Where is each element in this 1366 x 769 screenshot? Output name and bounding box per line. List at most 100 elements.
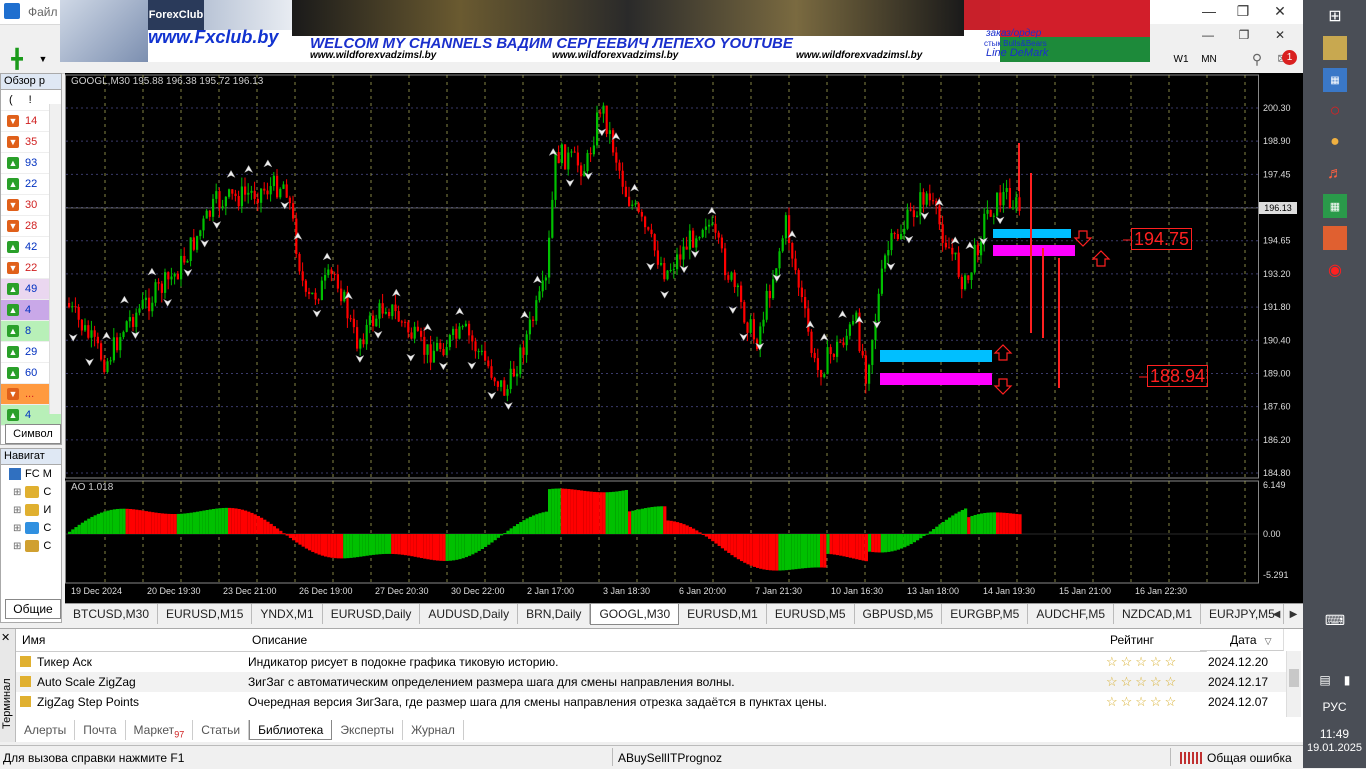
chart-tab[interactable]: AUDCHF,M5	[1028, 604, 1114, 624]
metatrader-icon[interactable]	[1323, 226, 1347, 250]
new-chart-icon[interactable]: ╋	[6, 48, 28, 70]
chart-tab[interactable]: GOOGL,M30	[590, 604, 680, 625]
ao-bar	[730, 534, 734, 556]
terminal-tab[interactable]: Маркет97	[126, 720, 194, 740]
speaker-icon[interactable]: ♬	[1323, 162, 1347, 186]
chart-tab[interactable]: EURUSD,M1	[679, 604, 767, 624]
ao-bar	[77, 524, 81, 534]
ao-bar	[864, 534, 868, 562]
library-row[interactable]: Тикер Аск Индикатор рисует в подокне граф…	[16, 652, 1286, 672]
col-rating[interactable]: Рейтинг	[1104, 629, 1207, 652]
candle-body	[356, 327, 359, 349]
library-row[interactable]: ZigZag Step Points Очередная версия ЗигЗа…	[16, 692, 1286, 712]
terminal-tab[interactable]: Алерты	[16, 720, 76, 740]
chart-tab[interactable]: EURUSD,M15	[158, 604, 253, 624]
clock-time[interactable]: 11:49	[1303, 727, 1366, 741]
ao-bar	[676, 522, 680, 534]
battery-icon[interactable]: ▮	[1335, 668, 1359, 692]
expand-icon[interactable]: ⊞	[13, 505, 21, 516]
candle-body	[167, 272, 170, 280]
navigator-item[interactable]: ⊞ С	[1, 537, 61, 555]
keyboard-icon[interactable]: ⌨	[1321, 608, 1349, 632]
close-icon[interactable]: ✕	[1262, 0, 1298, 22]
candle-body	[608, 130, 611, 134]
candle-body	[103, 359, 106, 372]
chart-tab[interactable]: AUDUSD,Daily	[420, 604, 519, 624]
navigator-root[interactable]: FC M	[1, 465, 61, 483]
opera-icon[interactable]: ○	[1323, 98, 1347, 122]
mdi-minimize-icon[interactable]: —	[1190, 24, 1226, 46]
ao-bar	[804, 534, 808, 569]
ao-bar	[240, 509, 244, 534]
price-chart[interactable]: 200.30198.90197.45196.05194.65193.20191.…	[65, 73, 1303, 603]
app-icon-1[interactable]: ▦	[1323, 68, 1347, 92]
col-description[interactable]: Описание	[246, 629, 1111, 652]
library-row[interactable]: Auto Scale ZigZag ЗигЗаг с автоматическим…	[16, 672, 1286, 692]
calculator-icon[interactable]: ▦	[1323, 194, 1347, 218]
chart-tab[interactable]: NZDCAD,M1	[1114, 604, 1202, 624]
candle-body	[685, 246, 688, 250]
ao-bar	[842, 534, 846, 557]
ao-bar	[288, 534, 292, 538]
tab-scroll[interactable]: ◀ ▶	[1268, 605, 1302, 623]
mdi-close-icon[interactable]: ✕	[1262, 24, 1298, 46]
terminal-scroll-thumb[interactable]	[1289, 669, 1299, 687]
candle-body	[772, 279, 775, 299]
expand-icon[interactable]: ⊞	[13, 523, 21, 534]
chart-tab[interactable]: BTCUSD,M30	[65, 604, 159, 624]
candle-body	[90, 330, 93, 338]
banner-ad[interactable]: ForexClub www.Fxclub.by WELCOM MY CHANNE…	[60, 0, 1150, 62]
terminal-tab[interactable]: Почта	[75, 720, 126, 740]
terminal-tab[interactable]: Статьи	[193, 720, 250, 740]
start-icon[interactable]: ⊞	[1323, 4, 1347, 28]
clock-date[interactable]: 19.01.2025	[1303, 742, 1366, 754]
chart-tab[interactable]: YNDX,M1	[252, 604, 323, 624]
candle-body	[749, 319, 752, 333]
ao-bar	[695, 530, 699, 534]
tf-mn[interactable]: MN	[1196, 48, 1222, 70]
dropdown-icon[interactable]: ▼	[32, 48, 54, 70]
market-watch-scrollbar[interactable]	[49, 104, 61, 414]
explorer-icon[interactable]	[1323, 36, 1347, 60]
expand-icon[interactable]: ⊞	[13, 541, 21, 552]
expand-icon[interactable]: ⊞	[13, 487, 21, 498]
restore-icon[interactable]: ❐	[1225, 0, 1261, 22]
chart-tab[interactable]: EURUSD,M5	[767, 604, 855, 624]
navigator-item[interactable]: ⊞ С	[1, 483, 61, 501]
ao-bar	[119, 508, 123, 534]
navigator-item[interactable]: ⊞ С	[1, 519, 61, 537]
tab-scroll-left-icon[interactable]: ◀	[1273, 609, 1281, 620]
navigator-item[interactable]: ⊞ И	[1, 501, 61, 519]
tab-common[interactable]: Общие	[5, 599, 61, 619]
col-name[interactable]: Имя	[16, 629, 253, 652]
minimize-icon[interactable]: —	[1191, 0, 1227, 22]
record-icon[interactable]: ◉	[1323, 258, 1347, 282]
tf-w1[interactable]: W1	[1168, 48, 1194, 70]
terminal-tab[interactable]: Журнал	[403, 720, 464, 740]
terminal-tab[interactable]: Библиотека	[249, 720, 333, 740]
candle-body	[372, 315, 375, 327]
ao-bar	[541, 512, 545, 534]
chart-tab[interactable]: BRN,Daily	[518, 604, 591, 624]
terminal-close-icon[interactable]: ✕	[1, 631, 10, 644]
rating-stars-icon: ☆☆☆☆☆	[1106, 654, 1180, 669]
menu-file[interactable]: Файл	[28, 5, 58, 19]
market-watch-title: Обзор р	[1, 74, 61, 90]
search-icon[interactable]: ⚲	[1246, 48, 1268, 70]
terminal-scrollbar[interactable]	[1286, 651, 1301, 717]
col-date[interactable]: Дата ▽	[1200, 629, 1284, 651]
zigzag-marker	[837, 310, 848, 319]
language-indicator[interactable]: РУС	[1303, 700, 1366, 714]
tab-symbols[interactable]: Символ	[5, 424, 61, 444]
ao-bar	[868, 534, 872, 552]
chart-tab[interactable]: EURGBP,M5	[942, 604, 1029, 624]
chart-tab[interactable]: EURUSD,Daily	[323, 604, 421, 624]
candle-body	[391, 304, 394, 317]
network-icon[interactable]: ▤	[1313, 668, 1337, 692]
chart-tab[interactable]: GBPUSD,M5	[855, 604, 943, 624]
terminal-tab[interactable]: Эксперты	[332, 720, 404, 740]
tab-scroll-right-icon[interactable]: ▶	[1290, 609, 1298, 620]
mdi-restore-icon[interactable]: ❐	[1226, 24, 1262, 46]
candle-body	[170, 276, 173, 280]
paint-icon[interactable]: ●	[1323, 130, 1347, 154]
